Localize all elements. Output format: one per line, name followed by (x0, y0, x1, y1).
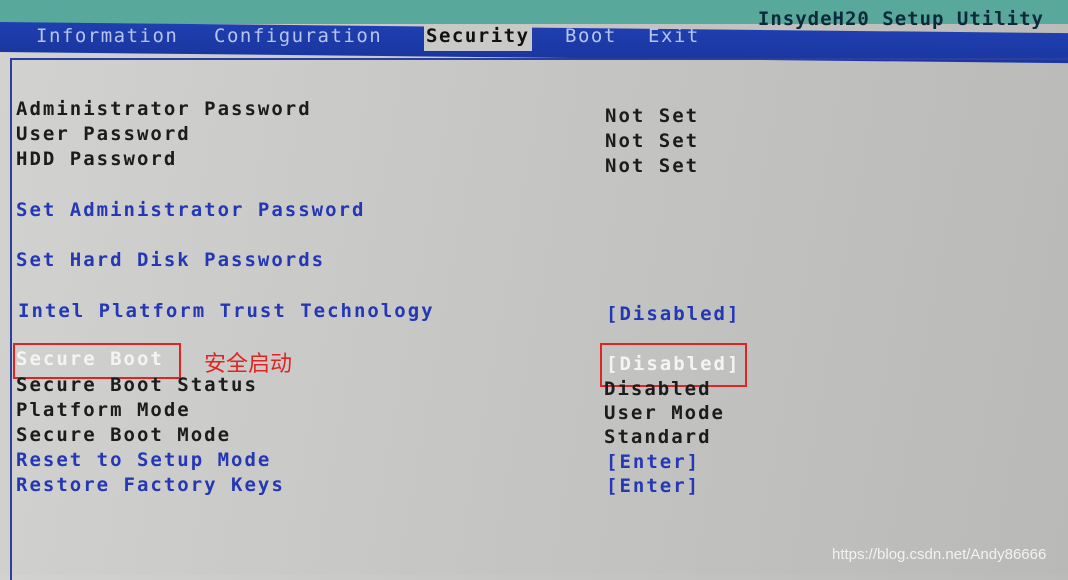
platform-mode-value: User Mode (604, 402, 725, 424)
hdd-password-value: Not Set (605, 155, 700, 177)
tab-boot[interactable]: Boot (563, 25, 619, 47)
restore-factory-keys-value[interactable]: [Enter] (606, 475, 700, 497)
reset-setup-mode-value[interactable]: [Enter] (606, 451, 700, 473)
user-password-value: Not Set (605, 130, 700, 152)
utility-title: InsydeH20 Setup Utility (757, 8, 1044, 30)
hdd-password-label: HDD Password (16, 148, 178, 170)
secure-boot-status-label: Secure Boot Status (16, 374, 258, 396)
secure-boot-status-value: Disabled (604, 378, 712, 400)
watermark: https://blog.csdn.net/Andy86666 (832, 546, 1047, 563)
intel-ptt-label[interactable]: Intel Platform Trust Technology (18, 300, 435, 322)
intel-ptt-value[interactable]: [Disabled] (606, 303, 740, 325)
admin-password-label: Administrator Password (16, 98, 312, 120)
tab-security[interactable]: Security (424, 25, 532, 51)
reset-setup-mode[interactable]: Reset to Setup Mode (16, 449, 271, 471)
admin-password-value: Not Set (605, 105, 700, 127)
secure-boot-mode-label: Secure Boot Mode (16, 424, 232, 446)
platform-mode-label: Platform Mode (16, 399, 191, 421)
user-password-label: User Password (16, 123, 191, 145)
set-admin-password[interactable]: Set Administrator Password (16, 199, 365, 221)
set-hdd-passwords[interactable]: Set Hard Disk Passwords (16, 249, 325, 271)
secure-boot-mode-value: Standard (604, 426, 712, 448)
restore-factory-keys[interactable]: Restore Factory Keys (16, 474, 285, 496)
tab-exit[interactable]: Exit (646, 25, 702, 47)
tab-information[interactable]: Information (34, 25, 180, 47)
tab-configuration[interactable]: Configuration (212, 25, 384, 47)
